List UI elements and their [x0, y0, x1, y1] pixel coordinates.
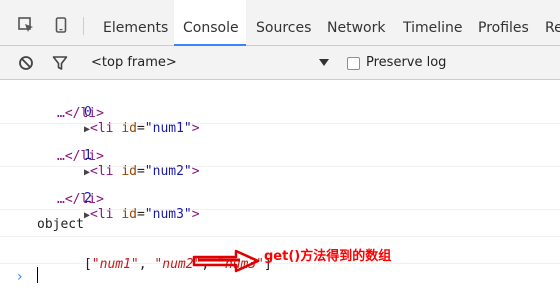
console-entry: 2 ▶<li id="num3"> …</li> — [0, 167, 560, 222]
console-entry: 1 ▶<li id="num2"> …</li> — [0, 124, 560, 179]
log-line[interactable]: 2 ▶<li id="num3"> — [37, 175, 200, 222]
devtools-tab-bar: Elements Console Sources Network Timelin… — [0, 0, 560, 46]
log-line[interactable]: 0 ▶<li id="num1"> — [37, 89, 200, 136]
console-output: 0 ▶<li id="num1"> …</li> 1 ▶<li id="num2… — [0, 81, 560, 306]
console-entry: object — [0, 210, 560, 237]
tab-resources[interactable]: Re — [539, 0, 560, 46]
tab-profiles[interactable]: Profiles — [469, 0, 539, 46]
frame-selector[interactable]: <top frame> — [91, 55, 177, 70]
object-type-line: object — [37, 217, 84, 232]
clear-console-icon[interactable] — [18, 55, 34, 71]
console-entry: 0 ▶<li id="num1"> …</li> — [0, 81, 560, 136]
device-mode-icon[interactable] — [53, 17, 69, 33]
array-item: "num1" — [91, 257, 139, 272]
tab-sources[interactable]: Sources — [247, 0, 319, 46]
tab-elements[interactable]: Elements — [94, 0, 174, 46]
collapsed-content: …</li> — [57, 106, 104, 121]
log-line[interactable]: 1 ▶<li id="num2"> — [37, 132, 200, 179]
tab-console[interactable]: Console — [174, 0, 246, 46]
annotation-label: get()方法得到的数组 — [264, 249, 392, 264]
annotation-arrow-icon — [192, 249, 260, 273]
console-input-cursor[interactable] — [37, 267, 38, 283]
collapsed-content: …</li> — [57, 149, 104, 164]
preserve-log-checkbox[interactable] — [347, 57, 360, 70]
inspect-element-icon[interactable] — [18, 17, 34, 33]
console-prompt-icon: › — [17, 269, 23, 285]
console-toolbar: <top frame> Preserve log — [0, 46, 560, 80]
collapsed-content: …</li> — [57, 192, 104, 207]
preserve-log-label[interactable]: Preserve log — [366, 55, 446, 70]
tab-network[interactable]: Network — [319, 0, 394, 46]
chevron-down-icon[interactable] — [319, 59, 329, 66]
filter-icon[interactable] — [52, 55, 68, 71]
toolbar-separator — [83, 17, 84, 35]
tab-timeline[interactable]: Timeline — [394, 0, 469, 46]
